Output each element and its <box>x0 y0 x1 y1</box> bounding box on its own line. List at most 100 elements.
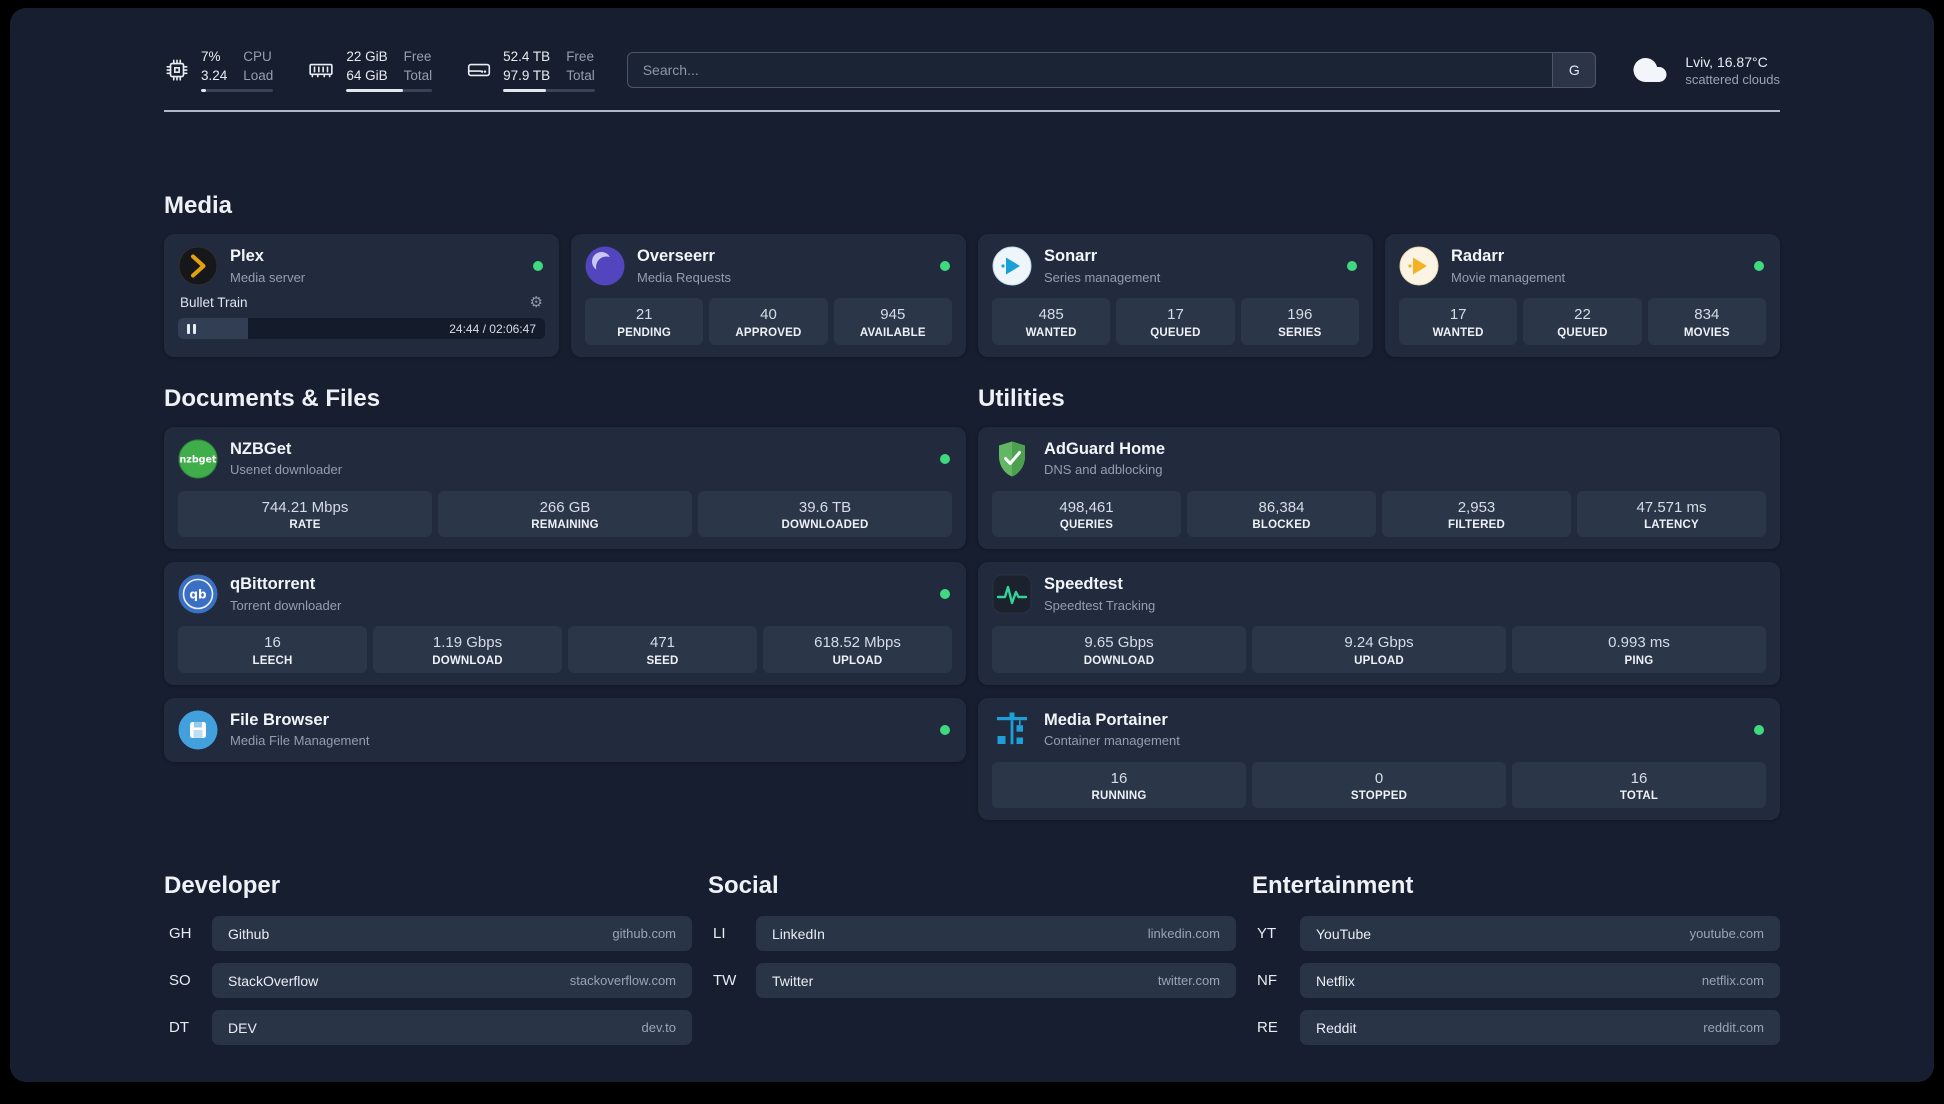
stat-box: 2,953 FILTERED <box>1382 490 1571 538</box>
bookmark-abbr: GH <box>169 925 192 943</box>
service-name: File Browser <box>230 710 330 729</box>
cpu-load-value: 3.24 <box>201 67 228 83</box>
utilities-section: Utilities AdGuard Home DNS and adblockin… <box>978 385 1780 821</box>
memory-widget: 22 GiB 64 GiB Free Total <box>307 48 433 93</box>
status-dot <box>1347 261 1357 272</box>
bookmark-name: Twitter <box>772 972 814 989</box>
resource-widgets: 7% 3.24 CPU Load 22 GiB 64 GiB Free Tota… <box>164 48 595 93</box>
cloud-icon <box>1628 52 1672 88</box>
service-name: Radarr <box>1451 247 1505 266</box>
bookmark-name: Github <box>228 925 270 942</box>
cpu-usage-bar-fill <box>201 89 207 93</box>
service-description: Usenet downloader <box>230 462 343 478</box>
service-description: Series management <box>1044 269 1161 285</box>
adguard-icon <box>992 439 1032 479</box>
memory-usage-bar-fill <box>346 89 403 93</box>
stat-box: 17 QUEUED <box>1116 298 1235 345</box>
bookmark-link[interactable]: Github github.com <box>212 916 692 952</box>
service-name: Sonarr <box>1044 247 1098 266</box>
status-dot <box>533 261 543 272</box>
stat-box: 9.24 Gbps UPLOAD <box>1252 626 1506 673</box>
bookmark-linkedin: LI LinkedIn linkedin.com <box>708 916 1236 952</box>
section-title-utilities: Utilities <box>978 384 1065 412</box>
bookmark-link[interactable]: DEV dev.to <box>212 1010 692 1046</box>
stat-value: 0.993 ms <box>1608 634 1670 652</box>
memory-icon <box>307 57 335 83</box>
stat-label: QUEUED <box>1557 326 1608 339</box>
bookmark-link[interactable]: YouTube youtube.com <box>1300 916 1780 952</box>
stat-box: 39.6 TB DOWNLOADED <box>698 490 952 538</box>
memory-free-value: 22 GiB <box>346 49 388 64</box>
stat-label: REMAINING <box>531 519 599 532</box>
status-dot <box>1754 261 1764 272</box>
section-title-documents: Documents & Files <box>164 384 381 412</box>
stat-label: AVAILABLE <box>859 326 926 339</box>
search-input[interactable] <box>626 52 1597 89</box>
stat-label: DOWNLOAD <box>432 654 503 667</box>
pause-icon[interactable] <box>187 323 196 334</box>
service-card-overseerr[interactable]: Overseerr Media Requests 21 PENDING 40 A… <box>571 234 966 357</box>
section-title-media: Media <box>164 192 233 220</box>
service-card-speedtest[interactable]: Speedtest Speedtest Tracking 9.65 Gbps D… <box>978 562 1780 685</box>
stat-box: 40 APPROVED <box>709 298 828 345</box>
stat-box: 1.19 Gbps DOWNLOAD <box>373 626 562 673</box>
qbittorrent-icon: qb <box>178 574 218 614</box>
bookmark-link[interactable]: Twitter twitter.com <box>756 963 1236 999</box>
service-description: Media server <box>230 269 306 285</box>
stat-box: 498,461 QUERIES <box>992 490 1181 538</box>
bookmark-abbr: NF <box>1257 972 1277 990</box>
stat-label: TOTAL <box>1619 790 1659 803</box>
bookmark-name: StackOverflow <box>228 972 319 989</box>
search-provider-button[interactable]: G <box>1552 52 1597 89</box>
service-name: NZBGet <box>230 439 292 458</box>
svg-text:nzbget: nzbget <box>180 454 217 465</box>
stat-label: RATE <box>289 519 321 532</box>
stat-value: 16 <box>1630 769 1648 787</box>
service-card-plex[interactable]: Plex Media server Bullet Train ⚙ 24:44 /… <box>164 234 559 357</box>
bookmark-link[interactable]: Netflix netflix.com <box>1300 963 1780 999</box>
stat-label: SERIES <box>1278 326 1322 339</box>
cpu-widget: 7% 3.24 CPU Load <box>164 48 274 93</box>
stat-value: 16 <box>264 634 281 652</box>
stat-label: WANTED <box>1025 326 1077 339</box>
service-card-adguard[interactable]: AdGuard Home DNS and adblocking 498,461 … <box>978 426 1780 550</box>
memory-free-label: Free <box>403 49 432 64</box>
speedtest-icon <box>992 574 1032 614</box>
service-card-filebrowser[interactable]: File Browser Media File Management <box>164 697 966 762</box>
bookmark-name: Reddit <box>1316 1019 1357 1036</box>
memory-total-value: 64 GiB <box>346 67 388 83</box>
stat-box: 471 SEED <box>568 626 757 673</box>
dashboard: 7% 3.24 CPU Load 22 GiB 64 GiB Free Tota… <box>10 8 1934 1082</box>
stat-value: 40 <box>760 306 777 324</box>
bookmark-abbr: YT <box>1257 925 1277 943</box>
bookmark-youtube: YT YouTube youtube.com <box>1252 916 1780 952</box>
stat-value: 17 <box>1167 306 1184 324</box>
stat-box: 17 WANTED <box>1399 298 1518 345</box>
bookmark-link[interactable]: LinkedIn linkedin.com <box>756 916 1236 952</box>
service-card-radarr[interactable]: Radarr Movie management 17 WANTED 22 QUE… <box>1385 234 1780 357</box>
portainer-icon <box>992 710 1032 750</box>
service-card-portainer[interactable]: Media Portainer Container management 16 … <box>978 697 1780 821</box>
stat-value: 2,953 <box>1457 498 1496 516</box>
service-card-nzbget[interactable]: nzbget NZBGet Usenet downloader 744.21 M… <box>164 426 966 550</box>
cpu-icon <box>164 57 190 83</box>
stat-value: 744.21 Mbps <box>261 498 349 516</box>
bookmark-url: linkedin.com <box>1147 926 1220 942</box>
stat-label: UPLOAD <box>832 654 883 667</box>
bookmark-link[interactable]: StackOverflow stackoverflow.com <box>212 963 692 999</box>
stat-box: 16 TOTAL <box>1512 761 1766 809</box>
cpu-label: CPU <box>243 49 272 64</box>
stat-box: 22 QUEUED <box>1523 298 1642 345</box>
service-card-qbittorrent[interactable]: qb qBittorrent Torrent downloader 16 LEE… <box>164 562 966 685</box>
bookmark-link[interactable]: Reddit reddit.com <box>1300 1010 1780 1046</box>
weather-widget: Lviv, 16.87°C scattered clouds <box>1628 52 1780 88</box>
bookmark-github: GH Github github.com <box>164 916 692 952</box>
stat-value: 47.571 ms <box>1636 498 1707 516</box>
stat-box: 196 SERIES <box>1240 298 1359 345</box>
stat-box: 86,384 BLOCKED <box>1187 490 1376 538</box>
stat-box: 744.21 Mbps RATE <box>178 490 432 538</box>
service-card-sonarr[interactable]: Sonarr Series management 485 WANTED 17 Q… <box>978 234 1373 357</box>
gear-icon[interactable]: ⚙ <box>530 295 543 310</box>
bookmark-reddit: RE Reddit reddit.com <box>1252 1010 1780 1046</box>
stat-box: 618.52 Mbps UPLOAD <box>763 626 952 673</box>
